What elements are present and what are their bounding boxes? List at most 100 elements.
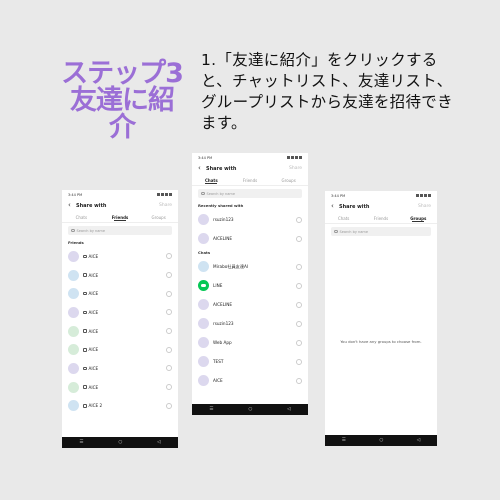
list-item[interactable]: AICELINE (192, 229, 308, 248)
list-item[interactable]: AICE 2 (62, 397, 178, 416)
avatar (198, 233, 209, 244)
list-item-name: AICELINE (213, 302, 233, 307)
list-item[interactable]: AICE (62, 378, 178, 397)
search-icon (201, 191, 205, 196)
share-button[interactable]: Share (289, 166, 302, 171)
tab-groups[interactable]: Groups (400, 213, 437, 223)
list-item[interactable]: AICE (62, 359, 178, 378)
line-logo-icon (198, 280, 209, 291)
tab-friends[interactable]: Friends (362, 213, 399, 223)
tab-friends[interactable]: Friends (101, 212, 140, 222)
share-header: ‹ Share with Share (62, 199, 178, 212)
chats-list: Mirabo社員友達AI LINE AICELINE rsuzin123 Web App… (192, 257, 308, 390)
status-icons (287, 156, 302, 159)
menu-icon[interactable]: ☰ (209, 407, 213, 412)
list-item[interactable]: AICE (62, 284, 178, 303)
select-radio[interactable] (166, 346, 172, 353)
avatar (68, 288, 79, 300)
select-radio[interactable] (166, 272, 172, 279)
shield-badge-icon (83, 404, 87, 408)
select-radio[interactable] (166, 290, 172, 297)
list-item[interactable]: Mirabo社員友達AI (192, 257, 308, 276)
navigation-bar: ☰ ○ ◁ (62, 437, 178, 448)
list-item-name: AICE (88, 272, 99, 278)
list-item-name: AICE (213, 378, 223, 383)
list-item[interactable]: rsuzin123 (192, 210, 308, 229)
back-arrow-icon[interactable]: ‹ (198, 165, 206, 172)
back-nav-icon[interactable]: ◁ (287, 407, 290, 412)
list-item[interactable]: AICE (192, 371, 308, 390)
menu-icon[interactable]: ☰ (79, 440, 83, 445)
avatar (68, 325, 79, 337)
list-item-name: TEST (213, 359, 224, 364)
list-item[interactable]: TEST (192, 352, 308, 371)
list-item[interactable]: AICE (62, 247, 178, 266)
search-input[interactable]: Search by name (331, 227, 431, 236)
chats-section-title: Chats (198, 250, 211, 255)
status-time: 3:44 PM (198, 155, 213, 160)
step-title: ステップ3 友達に紹 介 (48, 60, 196, 141)
list-item[interactable]: LINE (192, 276, 308, 295)
share-button[interactable]: Share (418, 204, 431, 209)
list-item-name: AICE (88, 347, 99, 353)
list-item[interactable]: AICE (62, 322, 178, 341)
tab-groups[interactable]: Groups (269, 175, 308, 185)
phone-friends-screen: 3:44 PM ‹ Share with Share Chats Friends… (62, 190, 178, 448)
list-item-name: Mirabo社員友達AI (213, 263, 249, 269)
recent-section-title: Recently shared with (198, 203, 244, 208)
shield-badge-icon (83, 329, 87, 333)
friends-section-title: Friends (68, 240, 84, 245)
select-radio[interactable] (296, 377, 302, 384)
select-radio[interactable] (296, 320, 302, 327)
tab-friends[interactable]: Friends (231, 175, 270, 185)
avatar (68, 306, 79, 318)
friends-list: AICE AICE AICE AICE AICE AICE AICE AICE AICE 2 (62, 247, 178, 415)
list-item-name: AICE (88, 291, 99, 297)
back-arrow-icon[interactable]: ‹ (68, 202, 76, 209)
select-radio[interactable] (296, 339, 302, 346)
home-icon[interactable]: ○ (248, 407, 252, 412)
avatar (68, 400, 79, 412)
search-input[interactable]: Search by name (198, 189, 302, 198)
select-radio[interactable] (296, 358, 302, 365)
search-input[interactable]: Search by name (68, 226, 172, 235)
tab-groups[interactable]: Groups (139, 212, 178, 222)
select-radio[interactable] (166, 402, 172, 409)
select-radio[interactable] (296, 301, 302, 308)
list-item[interactable]: rsuzin123 (192, 314, 308, 333)
list-item-name: AICE (88, 365, 99, 371)
back-nav-icon[interactable]: ◁ (157, 440, 160, 445)
tab-chats[interactable]: Chats (62, 212, 101, 222)
shield-badge-icon (83, 254, 87, 259)
select-radio[interactable] (296, 216, 302, 223)
select-radio[interactable] (296, 235, 302, 242)
avatar (198, 299, 209, 310)
share-button[interactable]: Share (159, 203, 172, 208)
tab-chats[interactable]: Chats (192, 175, 231, 185)
select-radio[interactable] (166, 384, 172, 391)
select-radio[interactable] (296, 263, 302, 270)
menu-icon[interactable]: ☰ (342, 438, 346, 443)
select-radio[interactable] (166, 365, 172, 372)
phone-chats-screen: 3:44 PM ‹ Share with Share Chats Friends… (192, 153, 308, 415)
home-icon[interactable]: ○ (379, 438, 383, 443)
list-item[interactable]: AICE (62, 266, 178, 285)
select-radio[interactable] (166, 309, 172, 316)
back-nav-icon[interactable]: ◁ (417, 438, 420, 443)
step-title-line1: ステップ3 (61, 58, 184, 89)
list-item[interactable]: AICELINE (192, 295, 308, 314)
avatar (198, 337, 209, 348)
select-radio[interactable] (166, 253, 172, 260)
list-item[interactable]: AICE (62, 303, 178, 322)
status-icons (157, 193, 172, 196)
avatar (68, 344, 79, 356)
status-bar: 3:44 PM (192, 153, 308, 162)
back-arrow-icon[interactable]: ‹ (331, 203, 339, 210)
home-icon[interactable]: ○ (118, 440, 122, 445)
tab-chats[interactable]: Chats (325, 213, 362, 223)
select-radio[interactable] (166, 328, 172, 335)
list-item[interactable]: Web App (192, 333, 308, 352)
list-item[interactable]: AICE (62, 340, 178, 359)
select-radio[interactable] (296, 282, 302, 289)
empty-groups-message: You don't have any groups to choose from… (340, 339, 422, 344)
